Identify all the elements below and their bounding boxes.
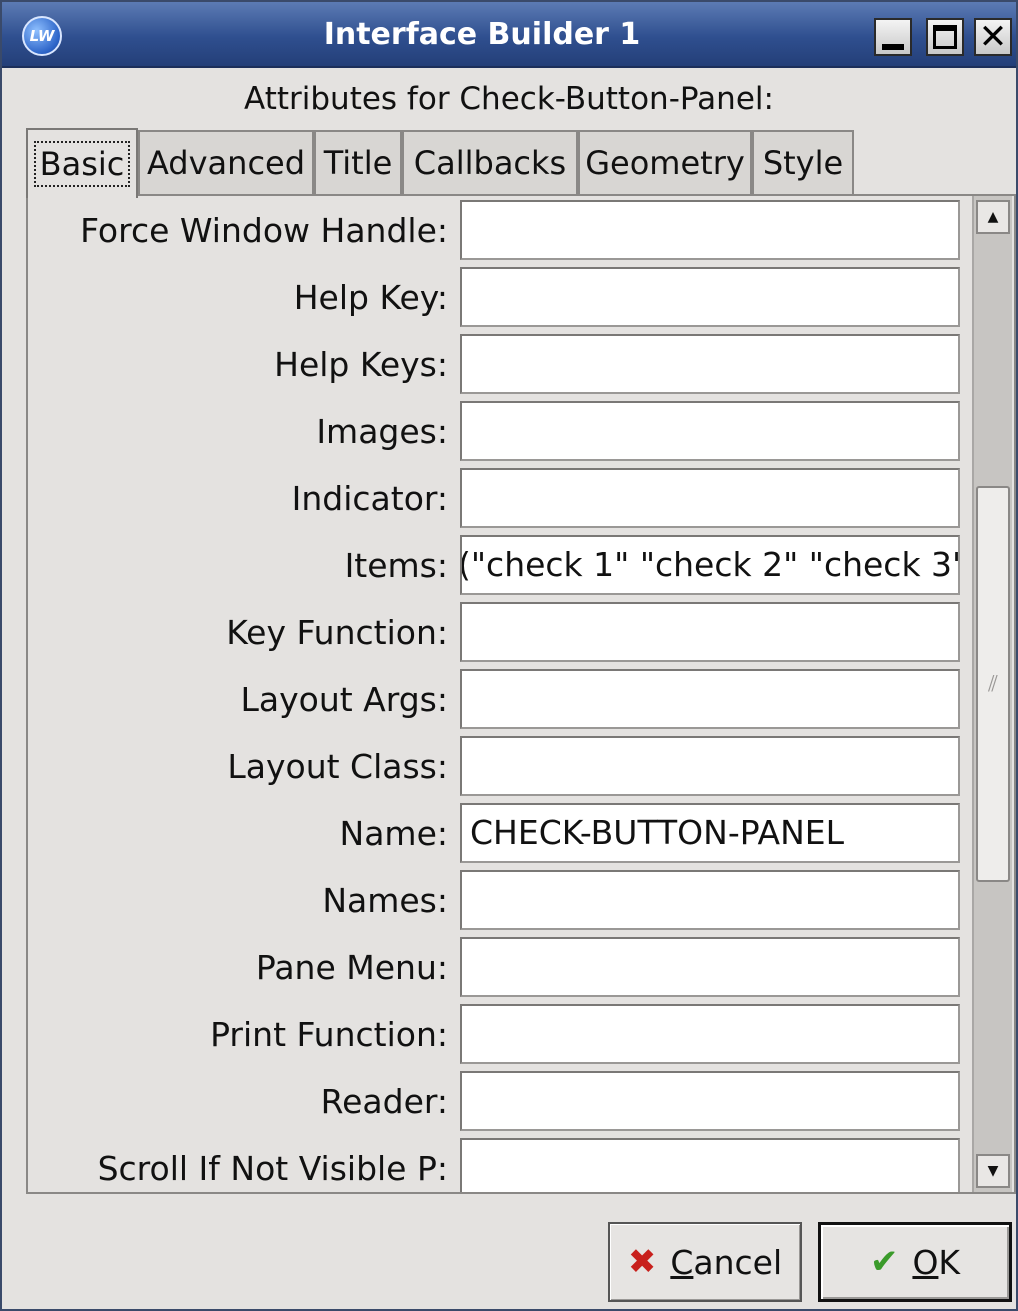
attribute-label: Key Function: (226, 613, 448, 652)
attribute-row-key-function: Key Function: (28, 602, 968, 669)
reader-field[interactable] (460, 1071, 960, 1131)
attribute-row-layout-class: Layout Class: (28, 736, 968, 803)
layout-class-field[interactable] (460, 736, 960, 796)
arrow-down-icon: ▼ (987, 1163, 999, 1179)
tab-title[interactable]: Title (314, 130, 402, 194)
tab-label: Style (762, 144, 844, 182)
close-button[interactable]: ✕ (974, 18, 1012, 56)
scroll-if-not-visible-p-field[interactable] (460, 1138, 960, 1192)
print-function-field[interactable] (460, 1004, 960, 1064)
tab-label: Basic (33, 141, 131, 187)
attribute-row-images: Images: (28, 401, 968, 468)
ok-button[interactable]: ✔ OK (818, 1222, 1012, 1302)
layout-args-field[interactable] (460, 669, 960, 729)
attribute-row-help-keys: Help Keys: (28, 334, 968, 401)
tab-style[interactable]: Style (752, 130, 854, 194)
attribute-label: Scroll If Not Visible P: (97, 1149, 448, 1188)
attribute-label: Names: (322, 881, 448, 920)
help-key-field[interactable] (460, 267, 960, 327)
tab-label: Geometry (585, 144, 745, 182)
window-title: Interface Builder 1 (323, 17, 641, 52)
scroll-up-button[interactable]: ▲ (976, 200, 1010, 234)
vertical-scrollbar[interactable]: ▲ ⫽ ▼ (972, 196, 1012, 1192)
attribute-row-help-key: Help Key: (28, 267, 968, 334)
name-field[interactable]: CHECK-BUTTON-PANEL (460, 803, 960, 863)
indicator-field[interactable] (460, 468, 960, 528)
cancel-label: Cancel (670, 1242, 783, 1282)
minimize-icon (882, 44, 904, 50)
attribute-label: Force Window Handle: (80, 211, 448, 250)
dialog-heading: Attributes for Check-Button-Panel: (244, 81, 774, 117)
cancel-x-icon: ✖ (627, 1242, 657, 1282)
close-icon: ✕ (978, 17, 1008, 57)
attribute-row-reader: Reader: (28, 1071, 968, 1138)
attribute-row-layout-args: Layout Args: (28, 669, 968, 736)
items-field[interactable]: ("check 1" "check 2" "check 3") (460, 535, 960, 595)
tab-callbacks[interactable]: Callbacks (402, 130, 578, 194)
key-function-field[interactable] (460, 602, 960, 662)
check-mark-icon: ✔ (869, 1242, 899, 1282)
attribute-label: Help Key: (293, 278, 448, 317)
attribute-row-items: Items: ("check 1" "check 2" "check 3") (28, 535, 968, 602)
tab-geometry[interactable]: Geometry (578, 130, 752, 194)
tab-basic[interactable]: Basic (26, 128, 138, 198)
attribute-row-indicator: Indicator: (28, 468, 968, 535)
attribute-label: Layout Args: (240, 680, 449, 719)
attribute-row-names: Names: (28, 870, 968, 937)
scrollbar-thumb[interactable]: ⫽ (976, 486, 1010, 882)
tab-advanced[interactable]: Advanced (138, 130, 314, 194)
attribute-row-print-function: Print Function: (28, 1004, 968, 1071)
attribute-label: Pane Menu: (255, 948, 448, 987)
cancel-button[interactable]: ✖ Cancel (608, 1222, 802, 1302)
tab-label: Title (323, 144, 393, 182)
attribute-label: Images: (316, 412, 448, 451)
tab-label: Advanced (146, 144, 306, 182)
attribute-row-scroll-if-not-visible-p: Scroll If Not Visible P: (28, 1138, 968, 1192)
maximize-button[interactable] (926, 18, 964, 56)
help-keys-field[interactable] (460, 334, 960, 394)
attribute-label: Name: (339, 814, 448, 853)
title-bar[interactable]: LW Interface Builder 1 ✕ (2, 2, 1016, 68)
arrow-up-icon: ▲ (987, 209, 999, 225)
attribute-label: Layout Class: (227, 747, 448, 786)
minimize-button[interactable] (874, 18, 912, 56)
dialog-window: LW Interface Builder 1 ✕ Attributes for … (0, 0, 1018, 1311)
attribute-row-force-window-handle: Force Window Handle: (28, 200, 968, 267)
attribute-label: Help Keys: (274, 345, 448, 384)
grip-icon: ⫽ (988, 671, 998, 697)
attribute-label: Print Function: (210, 1015, 448, 1054)
attributes-panel: Force Window Handle: Help Key: Help Keys… (26, 194, 1016, 1194)
attribute-label: Reader: (320, 1082, 448, 1121)
scroll-down-button[interactable]: ▼ (976, 1154, 1010, 1188)
attribute-label: Indicator: (291, 479, 448, 518)
attribute-row-pane-menu: Pane Menu: (28, 937, 968, 1004)
ok-label: OK (912, 1242, 961, 1282)
pane-menu-field[interactable] (460, 937, 960, 997)
force-window-handle-field[interactable] (460, 200, 960, 260)
names-field[interactable] (460, 870, 960, 930)
app-logo-icon[interactable]: LW (22, 16, 62, 56)
attribute-row-name: Name: CHECK-BUTTON-PANEL (28, 803, 968, 870)
tab-label: Callbacks (413, 144, 567, 182)
attribute-label: Items: (344, 546, 448, 585)
maximize-icon (933, 25, 957, 49)
images-field[interactable] (460, 401, 960, 461)
